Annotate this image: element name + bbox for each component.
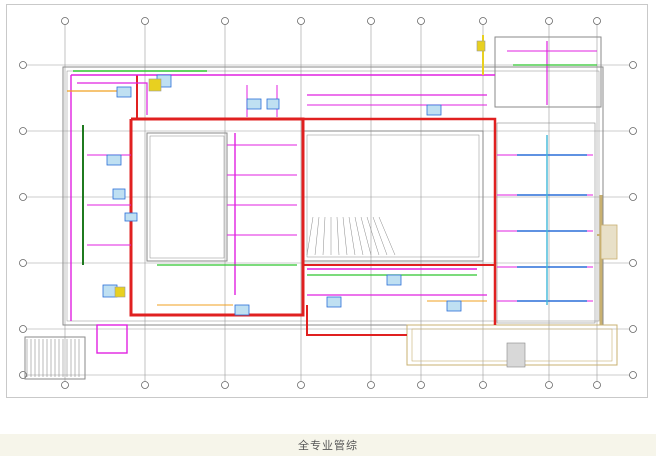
main-red-loop xyxy=(129,117,305,317)
equipment-unit xyxy=(116,86,132,98)
equipment-unit xyxy=(426,104,442,116)
atrium-hatch xyxy=(348,216,356,256)
grid-bubble xyxy=(629,61,637,69)
grid-bubbles xyxy=(19,17,637,389)
atrium-hatch xyxy=(314,216,320,256)
grid-bubble xyxy=(61,17,69,25)
grid-bubble xyxy=(19,193,27,201)
fan-unit xyxy=(114,286,126,298)
drawing-frame xyxy=(6,4,648,398)
grid-bubble xyxy=(479,381,487,389)
grid-bubble xyxy=(19,61,27,69)
fan-unit xyxy=(476,40,486,52)
equipment-unit xyxy=(386,274,402,286)
atrium-hatch xyxy=(322,216,326,256)
duct-shaft xyxy=(600,224,618,260)
mep-coordination-drawing xyxy=(19,17,637,389)
atrium xyxy=(302,130,484,262)
equipment-unit xyxy=(112,188,126,200)
atrium-hatch xyxy=(372,216,388,256)
grid-bubble xyxy=(593,17,601,25)
atrium-hatch xyxy=(342,216,348,256)
grid-bubble xyxy=(141,381,149,389)
grid-bubble xyxy=(593,381,601,389)
red-main-east xyxy=(303,117,497,325)
red-branch-lower xyxy=(306,305,407,336)
grid-bubble xyxy=(417,381,425,389)
grid-bubble xyxy=(19,325,27,333)
outer-wall xyxy=(62,66,604,326)
grid-bubble xyxy=(629,127,637,135)
duct-shaft xyxy=(506,342,526,368)
grid-bubble xyxy=(545,381,553,389)
atrium-inner xyxy=(306,134,480,258)
grid-bubble xyxy=(141,17,149,25)
grid-bubble xyxy=(61,381,69,389)
equipment-unit xyxy=(234,304,250,316)
grid-bubble xyxy=(367,17,375,25)
grid-bubble xyxy=(19,259,27,267)
equipment-unit xyxy=(266,98,280,110)
atrium-hatch xyxy=(306,216,314,256)
equipment-unit xyxy=(446,300,462,312)
caption-bar: 全专业管综 xyxy=(0,434,656,456)
right-hall xyxy=(496,122,596,324)
equipment-unit xyxy=(124,212,138,222)
grid-bubble xyxy=(479,17,487,25)
grid-bubble xyxy=(221,17,229,25)
grid-bubble xyxy=(545,17,553,25)
atrium-hatch xyxy=(366,216,380,256)
grid-bubble xyxy=(297,17,305,25)
grid-bubble xyxy=(297,381,305,389)
grid-bubble xyxy=(417,17,425,25)
atrium-hatch xyxy=(378,216,396,256)
equipment-unit xyxy=(326,296,342,308)
grid-bubble xyxy=(629,325,637,333)
equipment-unit xyxy=(246,98,262,110)
grid-bubble xyxy=(367,381,375,389)
grid-bubble xyxy=(629,193,637,201)
atrium-hatch xyxy=(336,216,340,256)
equipment-unit xyxy=(106,154,122,166)
atrium-hatch xyxy=(354,216,364,256)
atrium-hatch xyxy=(360,216,372,256)
grid-bubble xyxy=(629,259,637,267)
fan-unit xyxy=(148,78,162,92)
grid-lines xyxy=(27,23,635,381)
figure-caption: 全专业管综 xyxy=(298,439,358,452)
equipment xyxy=(96,40,618,368)
grid-bubble xyxy=(221,381,229,389)
upper-right-block xyxy=(494,36,602,108)
grid-bubble xyxy=(629,371,637,379)
building-walls xyxy=(24,36,618,380)
grid-bubble xyxy=(19,127,27,135)
